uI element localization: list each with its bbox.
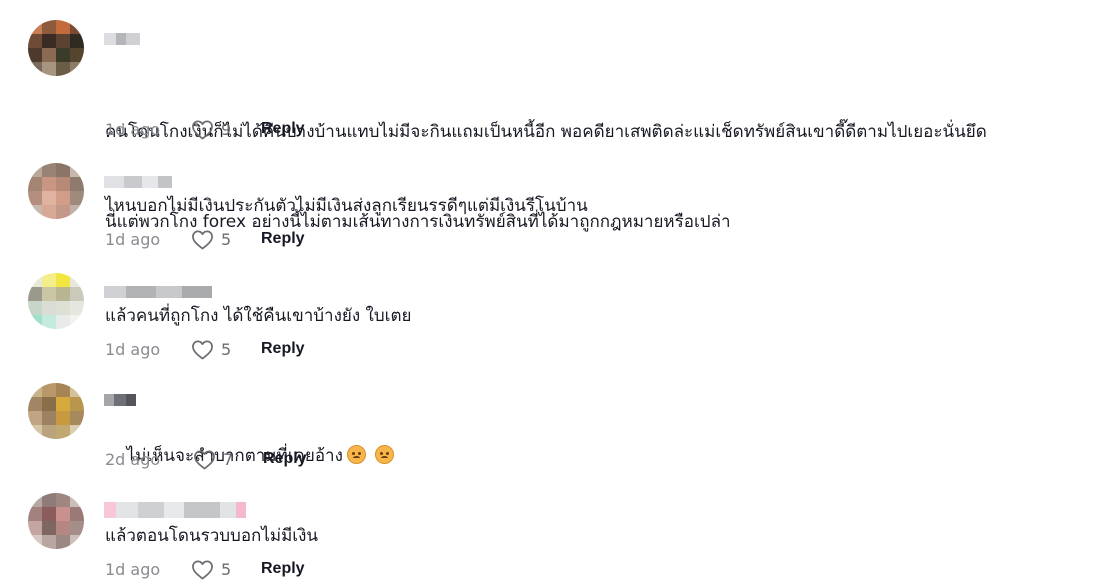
comment-time: 1d ago <box>105 339 161 359</box>
username-redacted[interactable] <box>104 286 212 298</box>
reply-button[interactable]: Reply <box>261 120 305 138</box>
like-button[interactable]: 5 <box>191 229 261 250</box>
comment-text: คนโดนโกงเงินก็ไม่ได้คืนบางบ้านแทบไม่มีจะ… <box>105 122 987 232</box>
reply-button[interactable]: Reply <box>261 340 305 358</box>
like-button[interactable]: 9 <box>191 119 261 140</box>
comment-meta: 2d ago 7 Reply <box>105 447 307 471</box>
like-count: 9 <box>221 119 232 139</box>
username-redacted[interactable] <box>104 176 172 188</box>
comment-time: 1d ago <box>105 229 161 249</box>
like-count: 5 <box>221 229 232 249</box>
heart-outline-icon <box>192 560 213 579</box>
username-redacted[interactable] <box>104 502 246 518</box>
avatar[interactable] <box>28 163 84 219</box>
comment-time: 1d ago <box>105 119 161 139</box>
comment-meta: 1d ago 5 Reply <box>105 337 305 361</box>
heart-outline-icon <box>192 230 213 249</box>
like-button[interactable]: 5 <box>191 339 261 360</box>
username-redacted[interactable] <box>104 33 140 45</box>
comment-text: แล้วตอนโดนรวบบอกไม่มีเงิน <box>105 526 319 546</box>
comment-text: แล้วคนที่ถูกโกง ได้ใช้คืนเขาบ้างยัง ใบเต… <box>105 306 412 326</box>
heart-outline-icon <box>192 120 213 139</box>
comment-meta: 1d ago 9 Reply <box>105 117 305 141</box>
like-button[interactable]: 5 <box>191 559 261 580</box>
reply-button[interactable]: Reply <box>263 450 307 468</box>
like-count: 7 <box>223 449 234 469</box>
like-count: 5 <box>221 339 232 359</box>
comment-meta: 1d ago 5 Reply <box>105 227 305 251</box>
avatar[interactable] <box>28 20 84 76</box>
comment-meta: 1d ago 5 Reply <box>105 557 305 581</box>
comment-time: 2d ago <box>105 449 161 469</box>
heart-outline-icon <box>194 450 215 469</box>
username-redacted[interactable] <box>104 394 136 406</box>
comment-time: 1d ago <box>105 559 161 579</box>
like-count: 5 <box>221 559 232 579</box>
avatar[interactable] <box>28 273 84 329</box>
heart-outline-icon <box>192 340 213 359</box>
disappointed-face-emoji <box>374 445 394 464</box>
disappointed-face-emoji <box>346 445 366 464</box>
reply-button[interactable]: Reply <box>261 560 305 578</box>
reply-button[interactable]: Reply <box>261 230 305 248</box>
avatar[interactable] <box>28 493 84 549</box>
comment-text: ไหนบอกไม่มีเงินประกันตัวไม่มีเงินส่งลูกเ… <box>105 196 588 216</box>
avatar[interactable] <box>28 383 84 439</box>
like-button[interactable]: 7 <box>193 449 263 470</box>
